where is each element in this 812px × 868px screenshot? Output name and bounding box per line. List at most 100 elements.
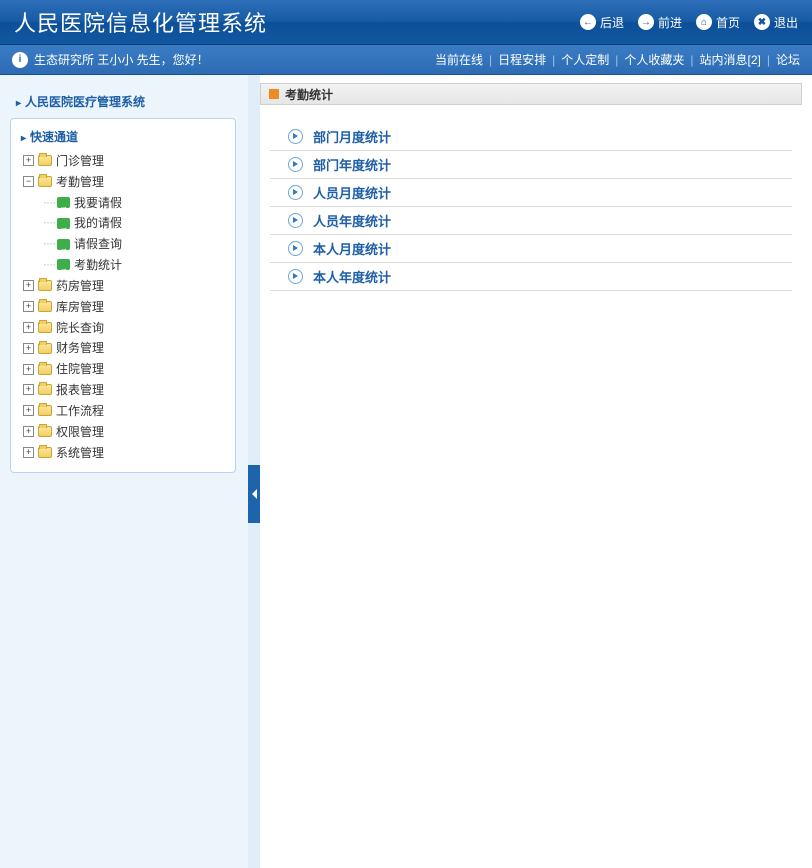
tree-node: + 门诊管理 bbox=[17, 150, 229, 171]
folder-icon bbox=[38, 280, 52, 291]
stat-link[interactable]: 本人月度统计 bbox=[270, 235, 792, 263]
nav-label: 首页 bbox=[716, 14, 740, 31]
nav-back[interactable]: ←后退 bbox=[580, 14, 624, 31]
sidebar: 人民医院医疗管理系统 快速通道 +门诊管理−考勤管理····我要请假····我的… bbox=[0, 75, 248, 868]
collapse-sidebar-handle[interactable] bbox=[248, 465, 260, 523]
section-marker-icon bbox=[269, 89, 279, 99]
tree-leaf-label[interactable]: 考勤统计 bbox=[74, 258, 122, 272]
folder-icon bbox=[38, 405, 52, 416]
arrow-icon bbox=[57, 239, 70, 250]
section-title: 考勤统计 bbox=[285, 86, 333, 103]
tree-node: + 工作流程 bbox=[17, 400, 229, 421]
header-nav: ←后退 →前进 ⌂首页 ✖退出 bbox=[580, 14, 798, 31]
sub-links: 当前在线| 日程安排| 个人定制| 个人收藏夹| 站内消息[2]| 论坛 bbox=[435, 51, 800, 68]
tree-node: + 院长查询 bbox=[17, 317, 229, 338]
tree-leaf: ····请假查询 bbox=[43, 233, 229, 254]
folder-icon bbox=[38, 426, 52, 437]
nav-home[interactable]: ⌂首页 bbox=[696, 14, 740, 31]
tree-node: + 库房管理 bbox=[17, 296, 229, 317]
expand-icon[interactable]: + bbox=[23, 447, 34, 458]
expand-icon[interactable]: + bbox=[23, 384, 34, 395]
app-title: 人民医院信息化管理系统 bbox=[14, 6, 267, 38]
nav-label: 前进 bbox=[658, 14, 682, 31]
stat-link[interactable]: 人员年度统计 bbox=[270, 207, 792, 235]
app-header: 人民医院信息化管理系统 ←后退 →前进 ⌂首页 ✖退出 bbox=[0, 0, 812, 45]
tree-title: 快速通道 bbox=[17, 125, 229, 150]
home-icon: ⌂ bbox=[696, 14, 712, 30]
nav-exit[interactable]: ✖退出 bbox=[754, 14, 798, 31]
tree-node-label[interactable]: 报表管理 bbox=[56, 383, 104, 397]
nav-forward[interactable]: →前进 bbox=[638, 14, 682, 31]
expand-icon[interactable]: + bbox=[23, 155, 34, 166]
folder-icon bbox=[38, 301, 52, 312]
tree-leaf-label[interactable]: 我的请假 bbox=[74, 216, 122, 230]
nav-label: 后退 bbox=[600, 14, 624, 31]
expand-icon[interactable]: + bbox=[23, 343, 34, 354]
collapse-icon[interactable]: − bbox=[23, 176, 34, 187]
stat-link-label: 人员年度统计 bbox=[313, 211, 391, 230]
arrow-circle-icon bbox=[288, 129, 303, 144]
content-area: 考勤统计 部门月度统计部门年度统计人员月度统计人员年度统计本人月度统计本人年度统… bbox=[260, 75, 812, 868]
stat-link[interactable]: 部门月度统计 bbox=[270, 123, 792, 151]
tree-node-label[interactable]: 库房管理 bbox=[56, 300, 104, 314]
tree-node-label[interactable]: 考勤管理 bbox=[56, 175, 104, 189]
expand-icon[interactable]: + bbox=[23, 322, 34, 333]
back-icon: ← bbox=[580, 14, 596, 30]
tree-node-label[interactable]: 财务管理 bbox=[56, 341, 104, 355]
stat-link[interactable]: 部门年度统计 bbox=[270, 151, 792, 179]
folder-icon bbox=[38, 155, 52, 166]
forward-icon: → bbox=[638, 14, 654, 30]
tree-leaf-label[interactable]: 我要请假 bbox=[74, 195, 122, 209]
tree-leaf: ····我要请假 bbox=[43, 192, 229, 213]
tree-node-label[interactable]: 系统管理 bbox=[56, 445, 104, 459]
tree-leaf: ····我的请假 bbox=[43, 212, 229, 233]
tree-node: + 药房管理 bbox=[17, 275, 229, 296]
arrow-circle-icon bbox=[288, 157, 303, 172]
sublink-favorites[interactable]: 个人收藏夹 bbox=[624, 51, 684, 68]
tree-node-label[interactable]: 院长查询 bbox=[56, 320, 104, 334]
folder-icon bbox=[38, 176, 52, 187]
tree-node-label[interactable]: 药房管理 bbox=[56, 279, 104, 293]
tree-node: + 财务管理 bbox=[17, 337, 229, 358]
folder-icon bbox=[38, 364, 52, 375]
tree-node-label[interactable]: 工作流程 bbox=[56, 404, 104, 418]
section-header: 考勤统计 bbox=[260, 83, 802, 105]
tree-node-label[interactable]: 住院管理 bbox=[56, 362, 104, 376]
tree-leaf: ····考勤统计 bbox=[43, 254, 229, 275]
arrow-circle-icon bbox=[288, 185, 303, 200]
sublink-custom[interactable]: 个人定制 bbox=[561, 51, 609, 68]
folder-icon bbox=[38, 384, 52, 395]
sublink-messages[interactable]: 站内消息[2] bbox=[700, 51, 761, 68]
expand-icon[interactable]: + bbox=[23, 364, 34, 375]
tree-leaf-label[interactable]: 请假查询 bbox=[74, 237, 122, 251]
tree-node: + 报表管理 bbox=[17, 379, 229, 400]
nav-tree: + 门诊管理 − 考勤管理 ····我要请假····我的请假····请假查询····考勤… bbox=[17, 150, 229, 462]
tree-panel: 快速通道 + 门诊管理 − 考勤管理 ····我要请假····我的请假····请假查询·… bbox=[10, 118, 236, 473]
stat-link-label: 本人月度统计 bbox=[313, 239, 391, 258]
stat-link[interactable]: 人员月度统计 bbox=[270, 179, 792, 207]
arrow-circle-icon bbox=[288, 213, 303, 228]
arrow-circle-icon bbox=[288, 269, 303, 284]
folder-icon bbox=[38, 343, 52, 354]
folder-icon bbox=[38, 447, 52, 458]
stat-link-label: 人员月度统计 bbox=[313, 183, 391, 202]
sub-header: i 生态研究所 王小小 先生，您好！ 当前在线| 日程安排| 个人定制| 个人收… bbox=[0, 45, 812, 75]
expand-icon[interactable]: + bbox=[23, 426, 34, 437]
tree-node: + 住院管理 bbox=[17, 358, 229, 379]
expand-icon[interactable]: + bbox=[23, 301, 34, 312]
expand-icon[interactable]: + bbox=[23, 280, 34, 291]
sublink-schedule[interactable]: 日程安排 bbox=[498, 51, 546, 68]
expand-icon[interactable]: + bbox=[23, 405, 34, 416]
stat-links: 部门月度统计部门年度统计人员月度统计人员年度统计本人月度统计本人年度统计 bbox=[270, 123, 792, 291]
tree-node-label[interactable]: 权限管理 bbox=[56, 425, 104, 439]
stat-link[interactable]: 本人年度统计 bbox=[270, 263, 792, 291]
stat-link-label: 部门年度统计 bbox=[313, 155, 391, 174]
greeting-text: 生态研究所 王小小 先生，您好！ bbox=[34, 51, 209, 68]
tree-node: − 考勤管理 ····我要请假····我的请假····请假查询····考勤统计 bbox=[17, 171, 229, 275]
sublink-online[interactable]: 当前在线 bbox=[435, 51, 483, 68]
tree-node-label[interactable]: 门诊管理 bbox=[56, 154, 104, 168]
sublink-forum[interactable]: 论坛 bbox=[776, 51, 800, 68]
arrow-circle-icon bbox=[288, 241, 303, 256]
splitter bbox=[248, 75, 260, 868]
tree-node: + 权限管理 bbox=[17, 421, 229, 442]
